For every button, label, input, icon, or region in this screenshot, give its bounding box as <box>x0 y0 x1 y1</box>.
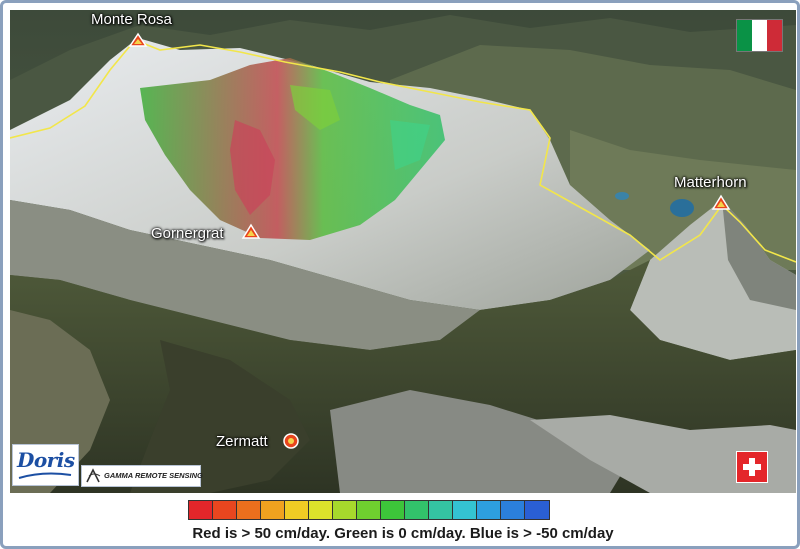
legend-swatch <box>333 501 357 519</box>
legend-swatch <box>501 501 525 519</box>
legend-swatch <box>429 501 453 519</box>
legend-swatch <box>261 501 285 519</box>
matterhorn-label: Matterhorn <box>674 174 747 191</box>
gornergrat-label: Gornergrat <box>151 225 224 242</box>
terrain-svg <box>10 10 796 493</box>
legend-swatch <box>453 501 477 519</box>
italy-flag-green <box>737 20 752 51</box>
gamma-logo-text: GAMMA REMOTE SENSING <box>104 471 203 480</box>
legend-swatch <box>381 501 405 519</box>
legend-swatch <box>357 501 381 519</box>
switzerland-flag-icon <box>736 451 768 483</box>
italy-flag-white <box>752 20 767 51</box>
legend-swatch <box>189 501 213 519</box>
legend-swatch <box>309 501 333 519</box>
legend-swatch <box>213 501 237 519</box>
legend-swatch <box>477 501 501 519</box>
italy-flag-icon <box>736 19 783 52</box>
legend-swatch <box>285 501 309 519</box>
gamma-logo-icon <box>86 468 101 483</box>
doris-logo: Doris <box>12 444 79 486</box>
monte-rosa-label: Monte Rosa <box>91 11 172 28</box>
legend-swatch <box>237 501 261 519</box>
gamma-remote-sensing-logo: GAMMA REMOTE SENSING <box>81 465 203 487</box>
legend-swatch <box>405 501 429 519</box>
terrain-map <box>10 10 796 493</box>
zermatt-marker <box>283 433 299 449</box>
italy-flag-red <box>767 20 782 51</box>
zermatt-label: Zermatt <box>216 433 268 450</box>
legend-swatch <box>525 501 549 519</box>
figure-frame: Monte Rosa Matterhorn Gornergrat Zermatt… <box>0 0 800 549</box>
velocity-color-scale <box>188 500 550 520</box>
legend-caption: Red is > 50 cm/day. Green is 0 cm/day. B… <box>192 525 614 542</box>
